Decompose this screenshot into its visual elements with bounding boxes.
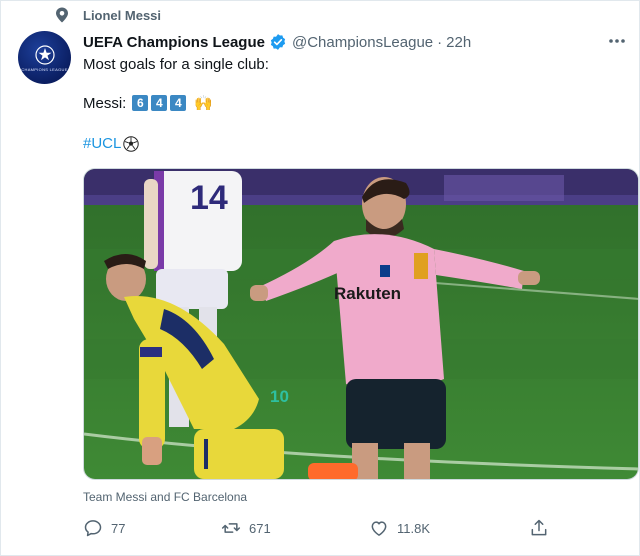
like-button[interactable]: 11.8K [369,516,430,540]
raising-hands-emoji: 🙌 [194,95,214,112]
more-options-icon[interactable] [607,31,627,51]
like-count: 11.8K [397,520,431,536]
social-context-label[interactable]: Lionel Messi [83,8,161,23]
keycap-digit: 4 [170,95,187,111]
hashtag-link[interactable]: #UCL [83,135,121,152]
stands-detail [444,175,564,201]
soccer-ball-icon [123,135,140,152]
reply-button[interactable]: 77 [83,516,125,540]
share-button[interactable] [529,516,557,540]
tweet-text-line-1: Most goals for a single club: [83,56,269,73]
shorts-number: 10 [270,387,289,406]
pin-icon [55,7,69,23]
shirt-sponsor: Rakuten [334,284,401,303]
keycap-digit: 4 [151,95,168,111]
verified-badge-icon [270,34,286,50]
photo-caption[interactable]: Team Messi and FC Barcelona [83,490,247,504]
messi-label: Messi: [83,94,127,112]
avatar-text: CHAMPIONS LEAGUE [21,66,68,72]
reply-icon [84,520,102,537]
tweet-card[interactable]: Lionel Messi CHAMPIONS LEAGUE UEFA Champ… [0,0,640,556]
author-name[interactable]: UEFA Champions League [83,34,265,51]
retweet-icon [221,523,241,533]
retweet-button[interactable]: 671 [221,516,271,540]
tweet-text-line-3: #UCL [83,135,140,152]
author-handle[interactable]: @ChampionsLeague [292,34,433,51]
separator-dot: · [437,33,443,51]
tweet-text-line-2: Messi: 6 4 4 🙌 [83,94,214,113]
boot [308,463,358,479]
timestamp[interactable]: 22h [446,34,471,51]
share-icon [531,519,547,536]
retweet-count: 671 [249,520,271,536]
keycap-digit: 6 [132,95,149,111]
heart-icon [371,521,387,536]
reply-count: 77 [111,520,126,536]
social-context: Lionel Messi [55,5,161,25]
tweet-photo[interactable]: 14 Rakuten 10 [83,168,639,480]
action-bar: 77 671 11.8K [83,516,553,540]
shirt-number-14: 14 [190,179,228,217]
starball-icon [34,44,55,65]
avatar[interactable]: CHAMPIONS LEAGUE [18,31,71,84]
tweet-header: UEFA Champions League @ChampionsLeague ·… [83,32,471,52]
